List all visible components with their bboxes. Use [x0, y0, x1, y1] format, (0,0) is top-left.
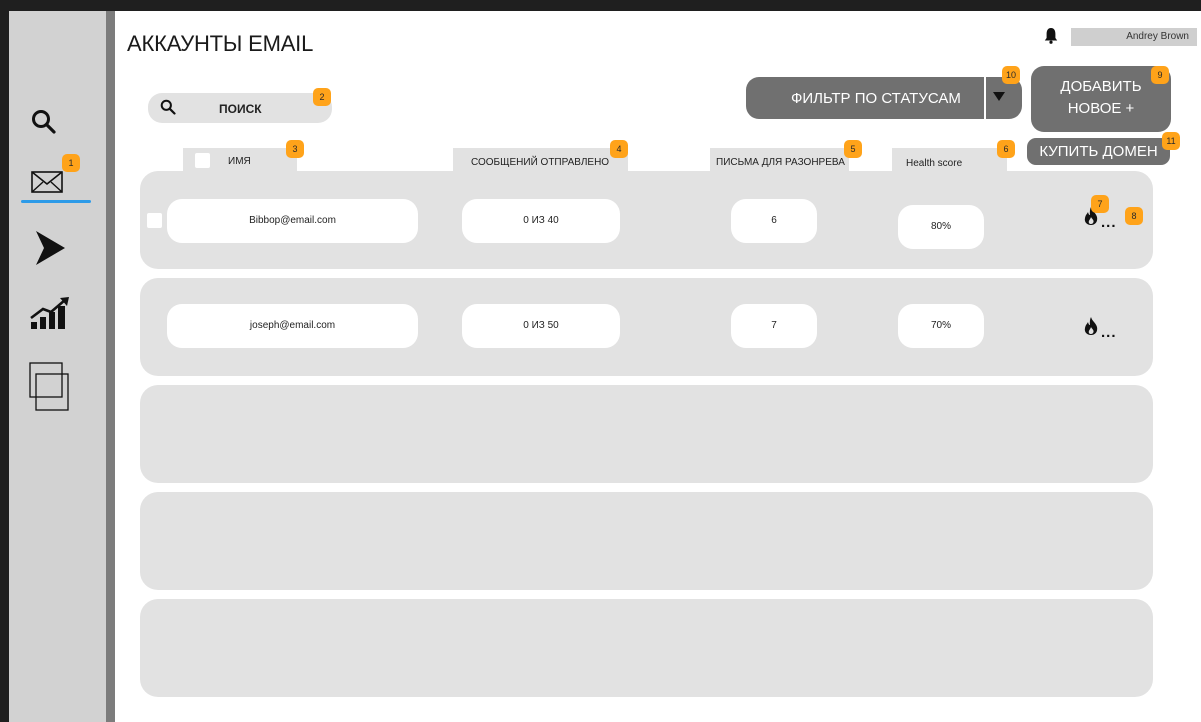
- table-row-empty: [140, 492, 1153, 590]
- sidebar-item-analytics[interactable]: [29, 296, 71, 335]
- search-placeholder: ПОИСК: [219, 102, 262, 116]
- select-all-checkbox[interactable]: [195, 153, 210, 168]
- filter-divider: [984, 77, 986, 119]
- mail-icon: [31, 171, 63, 193]
- annotation-badge: 2: [313, 88, 331, 106]
- warmup-cell: 6: [731, 199, 817, 243]
- chart-growth-icon: [30, 297, 69, 329]
- search-icon: [32, 110, 56, 134]
- notifications-button[interactable]: [1044, 27, 1058, 49]
- table-row[interactable]: joseph@email.com 0 ИЗ 50 7 70% ...: [140, 278, 1153, 376]
- row-actions: ...: [1083, 316, 1116, 341]
- search-input[interactable]: ПОИСК: [148, 93, 332, 123]
- user-name[interactable]: Andrey Brown: [1071, 28, 1197, 46]
- column-label: ИМЯ: [228, 156, 251, 167]
- warmup-cell: 7: [731, 304, 817, 348]
- health-cell: 80%: [898, 205, 984, 249]
- annotation-badge: 6: [997, 140, 1015, 158]
- filter-label: ФИЛЬТР ПО СТАТУСАМ: [791, 90, 961, 107]
- sidebar-item-send[interactable]: [34, 229, 66, 272]
- annotation-badge: 4: [610, 140, 628, 158]
- table-row[interactable]: Bibbop@email.com 0 ИЗ 40 6 80% ...: [140, 171, 1153, 269]
- status-filter-dropdown[interactable]: ФИЛЬТР ПО СТАТУСАМ: [746, 77, 1022, 119]
- sidebar-item-email[interactable]: [31, 171, 63, 198]
- page-title: АККАУНТЫ EMAIL: [127, 31, 314, 56]
- table-row-empty: [140, 599, 1153, 697]
- add-button-line1: ДОБАВИТЬ: [1060, 78, 1142, 95]
- sidebar-divider: [106, 11, 115, 722]
- annotation-badge: 9: [1151, 66, 1169, 84]
- column-label: Health score: [906, 158, 963, 169]
- annotation-badge: 1: [62, 154, 80, 172]
- annotation-badge: 3: [286, 140, 304, 158]
- table-row-empty: [140, 385, 1153, 483]
- add-new-button[interactable]: ДОБАВИТЬ НОВОЕ +: [1031, 66, 1171, 132]
- annotation-badge: 11: [1162, 132, 1180, 150]
- sidebar-item-search[interactable]: [31, 109, 57, 140]
- buy-domain-button[interactable]: КУПИТЬ ДОМЕН: [1027, 138, 1170, 165]
- email-cell: joseph@email.com: [167, 304, 418, 348]
- annotation-badge: 7: [1091, 195, 1109, 213]
- sidebar-item-copy[interactable]: [29, 362, 71, 417]
- column-label: ПИСЬМА ДЛЯ РАЗОНРЕВА: [716, 157, 845, 168]
- email-cell: Bibbop@email.com: [167, 199, 418, 243]
- row-checkbox[interactable]: [147, 213, 162, 228]
- add-button-line2: НОВОЕ +: [1067, 100, 1135, 117]
- annotation-badge: 10: [1002, 66, 1020, 84]
- sent-cell: 0 ИЗ 40: [462, 199, 620, 243]
- sent-cell: 0 ИЗ 50: [462, 304, 620, 348]
- bell-icon: [1044, 28, 1058, 44]
- send-arrow-icon: [36, 231, 65, 265]
- layers-icon: [29, 362, 69, 411]
- health-cell: 70%: [898, 304, 984, 348]
- annotation-badge: 8: [1125, 207, 1143, 225]
- search-icon: [160, 99, 176, 115]
- more-options-button[interactable]: ...: [1101, 214, 1117, 231]
- fire-icon[interactable]: [1083, 316, 1099, 336]
- chevron-down-icon[interactable]: [993, 92, 1005, 102]
- active-indicator: [21, 200, 91, 203]
- column-label: СООБЩЕНИЙ ОТПРАВЛЕНО: [471, 157, 610, 168]
- more-options-button[interactable]: ...: [1101, 324, 1117, 341]
- app-window: 1 АККАУНТЫ EMAIL Andrey Brown ПОИСК 2 ФИ…: [9, 11, 1201, 722]
- annotation-badge: 5: [844, 140, 862, 158]
